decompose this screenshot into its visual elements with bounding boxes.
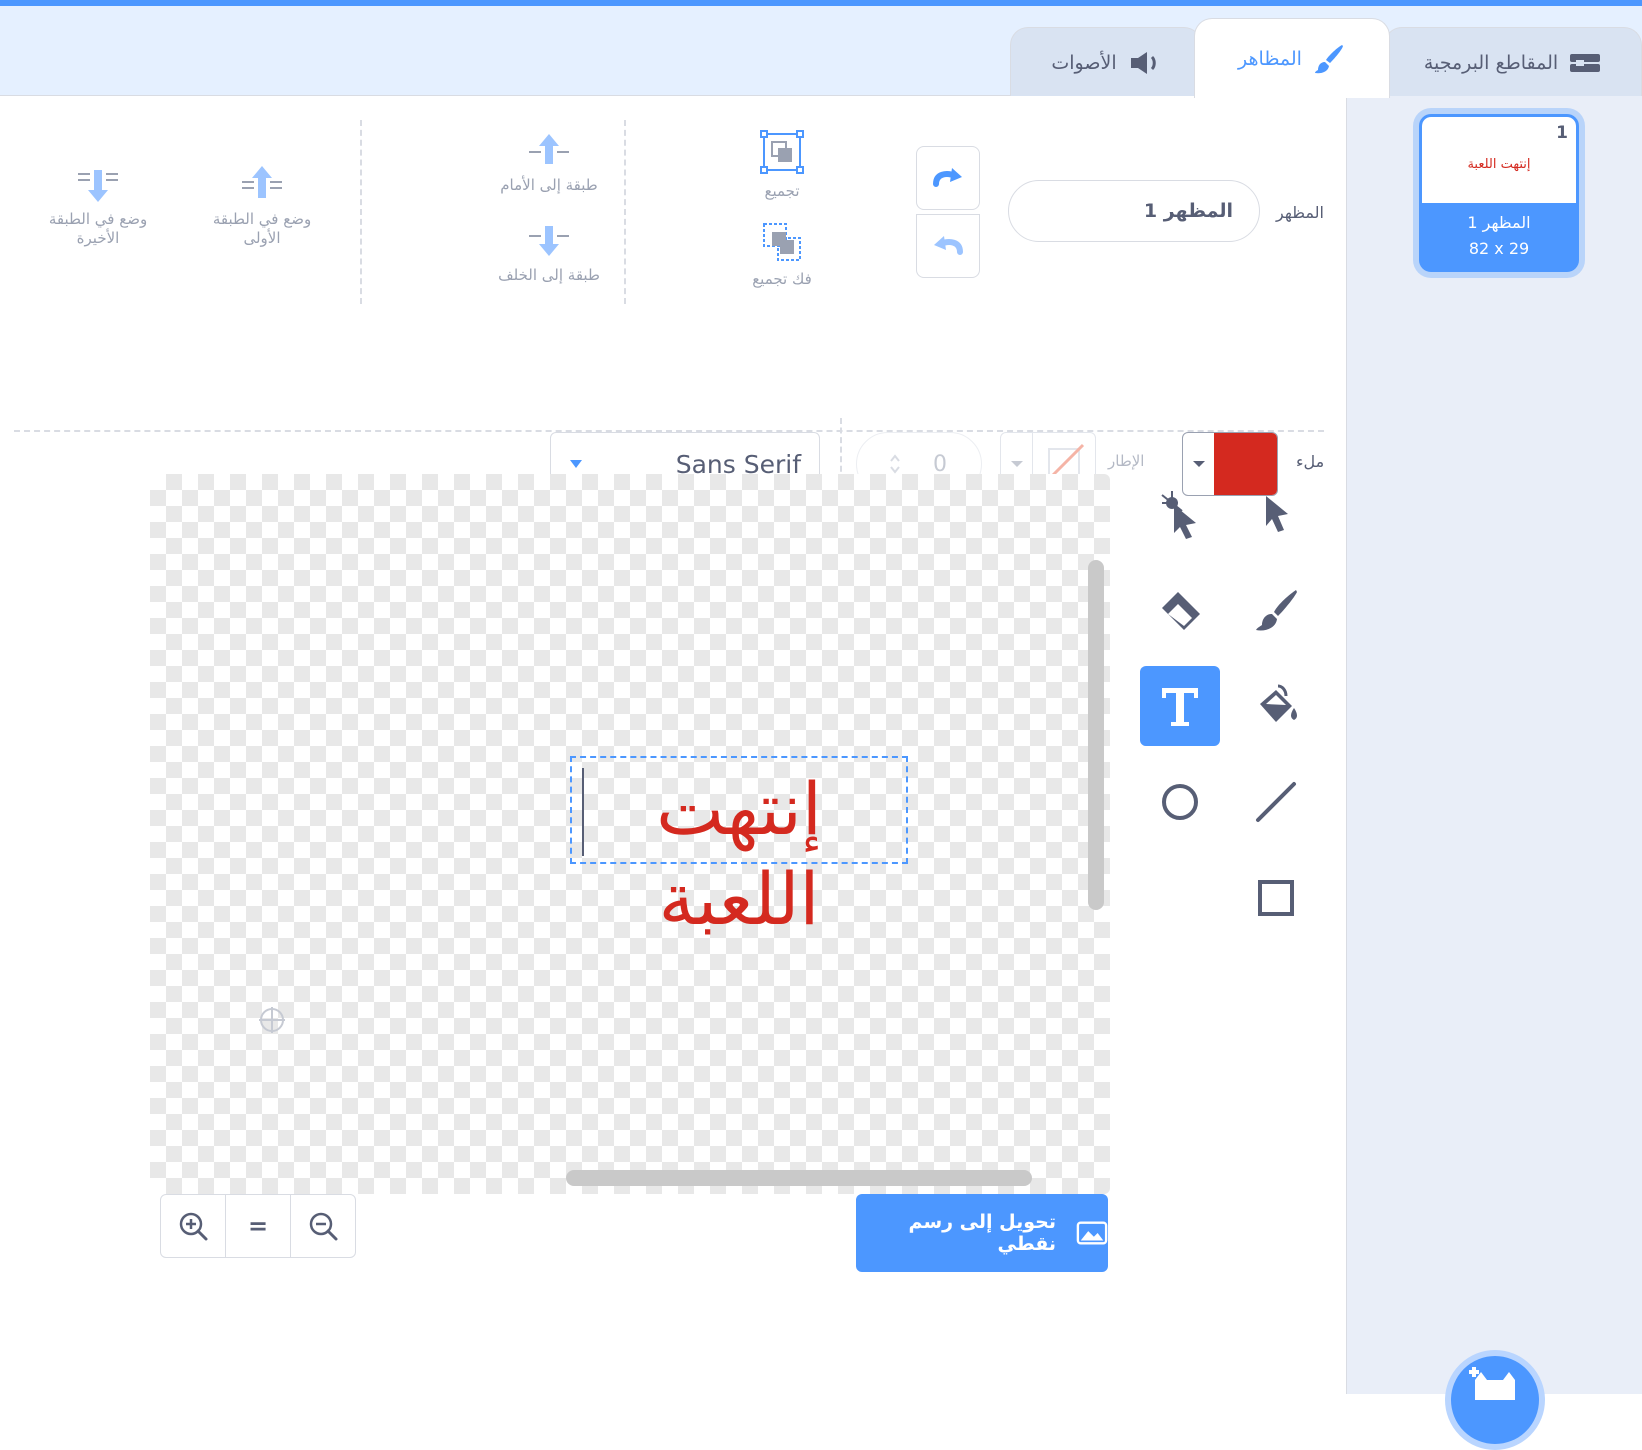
zoom-reset-label: =	[247, 1212, 269, 1240]
canvas-vertical-scrollbar[interactable]	[1088, 560, 1104, 910]
text-t-icon	[1162, 688, 1198, 726]
tab-sounds[interactable]: الأصوات	[1010, 27, 1202, 97]
line-icon	[1256, 782, 1296, 822]
text-selection-box[interactable]: إنتهت اللعبة	[570, 756, 908, 941]
costume-name-label: المظهر	[1276, 203, 1324, 222]
eraser-icon	[1162, 592, 1200, 630]
reshape-tool[interactable]	[1140, 474, 1220, 554]
zoom-in-button[interactable]	[161, 1195, 225, 1257]
tab-sounds-label: الأصوات	[1051, 51, 1117, 74]
group-label: تجميع	[764, 182, 800, 200]
toolbar-divider	[14, 430, 1324, 432]
circle-icon	[1162, 784, 1198, 820]
zoom-reset-button[interactable]: =	[225, 1195, 290, 1257]
tab-code-label: المقاطع البرمجية	[1423, 51, 1559, 74]
undo-button[interactable]	[916, 214, 980, 278]
front-label: وضع في الطبقة الأولى	[212, 210, 312, 247]
rectangle-tool[interactable]	[1236, 858, 1316, 938]
stepper-icon	[890, 454, 900, 474]
group-button[interactable]: تجميع	[740, 130, 824, 201]
costume-name-input[interactable]: المظهر 1	[1008, 180, 1260, 242]
line-tool[interactable]	[1236, 762, 1316, 842]
tab-code[interactable]: المقاطع البرمجية	[1384, 27, 1642, 97]
bitmap-image-icon	[1076, 1221, 1108, 1245]
back-label: وضع في الطبقة الأخيرة	[48, 210, 148, 247]
zoom-controls: =	[160, 1194, 356, 1258]
forward-button[interactable]: طبقة إلى الأمام	[484, 130, 614, 195]
caret-down-icon	[570, 460, 582, 468]
forward-label: طبقة إلى الأمام	[500, 176, 598, 194]
ungroup-icon	[763, 223, 801, 261]
costume-card[interactable]: 1 إنتهت اللعبة المظهر 1 82 x 29	[1419, 114, 1579, 272]
ungroup-label: فك تجميع	[752, 270, 812, 288]
outline-label: الإطار	[1108, 452, 1145, 470]
add-costume-button[interactable]	[1445, 1350, 1545, 1450]
paint-bucket-icon	[1260, 684, 1297, 722]
eraser-tool[interactable]	[1140, 570, 1220, 650]
canvas-text[interactable]: إنتهت اللعبة	[572, 764, 906, 944]
group-icon	[760, 130, 804, 174]
redo-button[interactable]	[916, 146, 980, 210]
rotation-center-icon	[259, 1007, 285, 1033]
reshape-cursor-icon	[1161, 491, 1196, 539]
chevron-down-icon	[1010, 461, 1023, 467]
rectangle-icon	[1258, 880, 1294, 916]
text-cursor	[582, 768, 584, 856]
front-button[interactable]: وضع في الطبقة الأولى	[198, 164, 326, 248]
divider	[624, 120, 626, 304]
backward-button[interactable]: طبقة إلى الخلف	[484, 220, 614, 285]
ungroup-button[interactable]: فك تجميع	[740, 220, 824, 289]
select-tool[interactable]	[1236, 474, 1316, 554]
zoom-out-icon	[309, 1212, 338, 1241]
costume-list-panel: 1 إنتهت اللعبة المظهر 1 82 x 29	[1346, 96, 1642, 1450]
fill-tool[interactable]	[1236, 666, 1316, 746]
tab-costumes-label: المظاهر	[1238, 47, 1302, 70]
zoom-in-icon	[179, 1212, 208, 1241]
cat-plus-icon	[1469, 1367, 1515, 1400]
undo-icon	[934, 236, 963, 255]
circle-tool[interactable]	[1140, 762, 1220, 842]
speaker-icon	[1130, 51, 1156, 74]
convert-to-bitmap-label: تحويل إلى رسم نقطي	[908, 1211, 1057, 1255]
convert-to-bitmap-button[interactable]: تحويل إلى رسم نقطي	[856, 1194, 1108, 1272]
paintbrush-icon	[1314, 44, 1343, 73]
costume-card-size: 82 x 29	[1468, 239, 1530, 258]
stroke-width-value: 0	[933, 451, 947, 477]
costume-number: 1	[1556, 123, 1568, 143]
to-front-icon	[242, 166, 282, 198]
arrow-down-icon	[529, 226, 569, 256]
zoom-out-button[interactable]	[290, 1195, 355, 1257]
tab-strip: المقاطع البرمجية المظاهر الأصوات	[0, 6, 1642, 98]
paint-editor: المظهر المظهر 1 تجميع فك تجميع طبقة إلى …	[0, 96, 1346, 1394]
code-blocks-icon	[1570, 53, 1601, 72]
to-back-icon	[78, 170, 118, 202]
text-tool[interactable]	[1140, 666, 1220, 746]
chevron-down-icon	[1192, 461, 1205, 467]
arrow-cursor-icon	[1266, 496, 1288, 532]
arrow-up-icon	[529, 134, 569, 164]
redo-icon	[933, 168, 962, 187]
backward-label: طبقة إلى الخلف	[498, 266, 600, 284]
brush-tool[interactable]	[1236, 570, 1316, 650]
divider	[360, 120, 362, 304]
costume-thumbnail-text: إنتهت اللعبة	[1467, 157, 1531, 172]
brush-icon	[1256, 590, 1297, 631]
canvas-horizontal-scrollbar[interactable]	[566, 1170, 1032, 1186]
costume-card-name: المظهر 1	[1467, 213, 1531, 232]
back-button[interactable]: وضع في الطبقة الأخيرة	[34, 164, 162, 248]
costume-thumbnail: 1 إنتهت اللعبة	[1422, 117, 1576, 203]
tab-costumes[interactable]: المظاهر	[1194, 18, 1390, 98]
fill-label: ملء	[1296, 452, 1325, 471]
